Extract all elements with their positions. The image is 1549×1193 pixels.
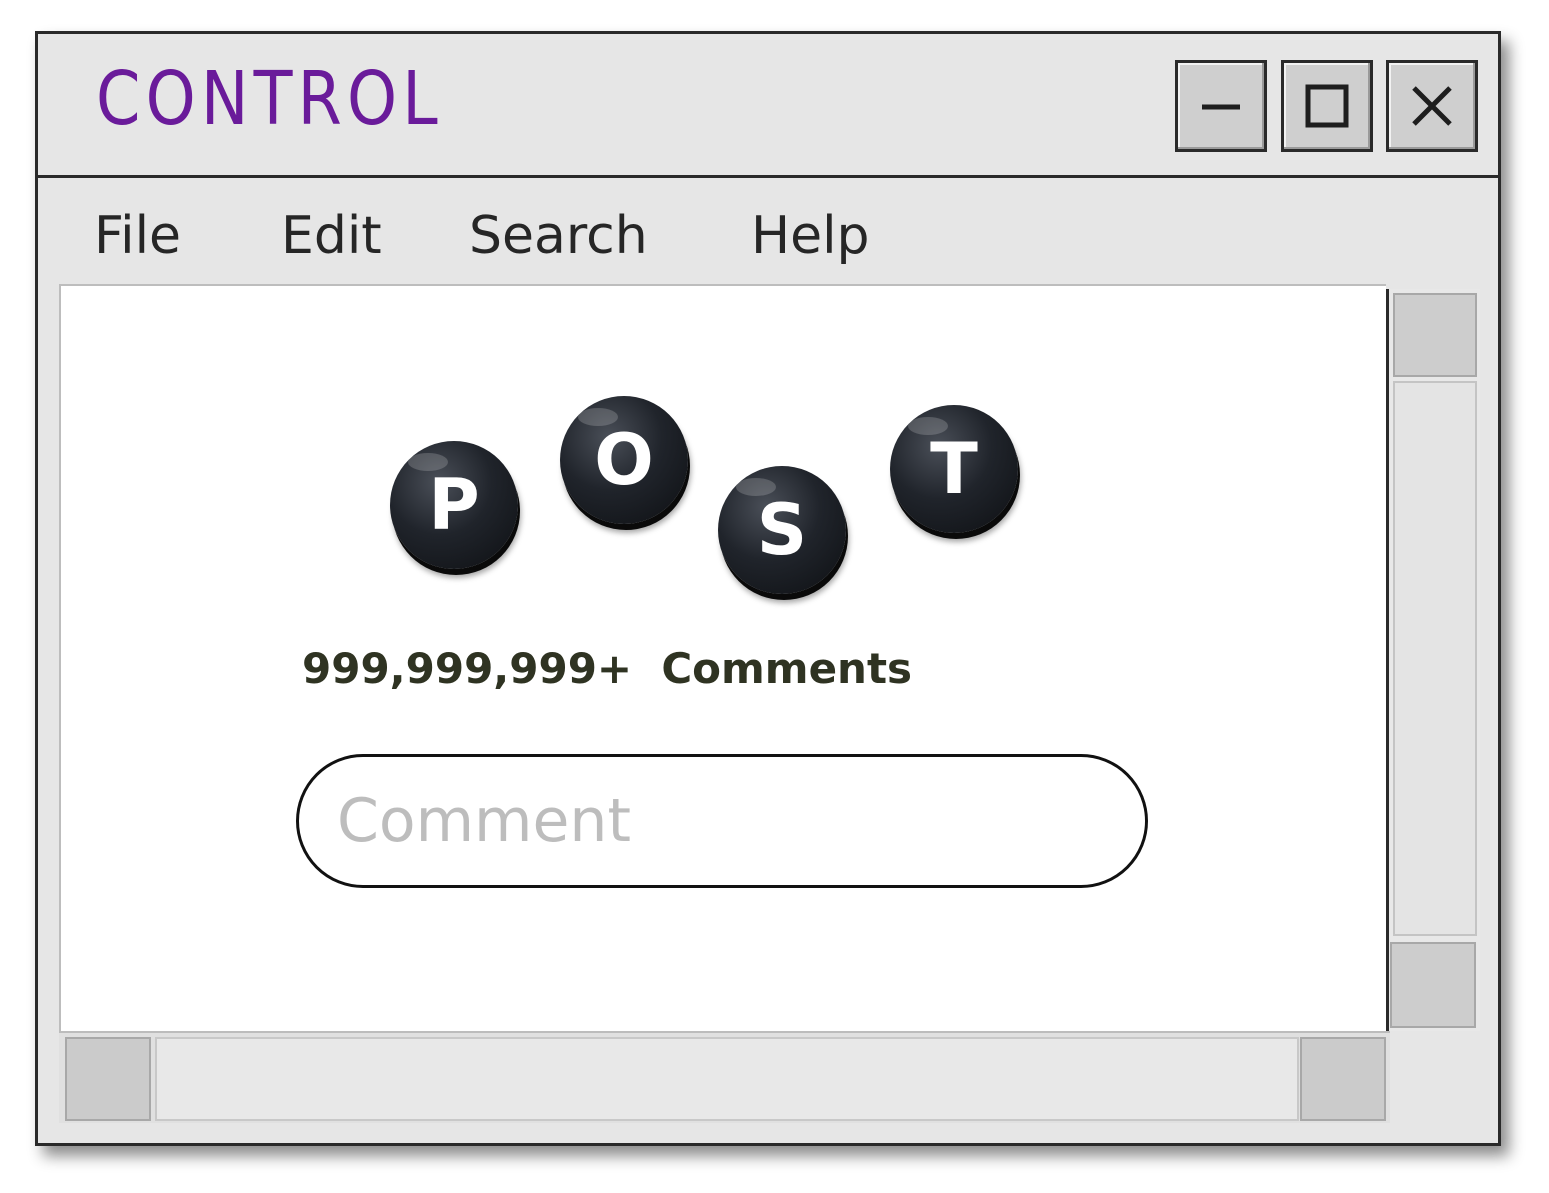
maximize-button[interactable]	[1281, 60, 1373, 152]
minimize-button[interactable]	[1175, 60, 1267, 152]
scroll-right-button[interactable]	[1300, 1037, 1386, 1121]
close-icon	[1412, 86, 1452, 126]
window-title: CONTROL	[96, 56, 443, 142]
horizontal-scroll-track[interactable]	[155, 1037, 1299, 1121]
menu-search[interactable]: Search	[469, 206, 648, 266]
post-bead-o: O	[560, 396, 688, 524]
title-bar[interactable]: CONTROL	[38, 34, 1498, 178]
post-bead-p: P	[390, 441, 518, 569]
scroll-left-button[interactable]	[65, 1037, 151, 1121]
menu-help[interactable]: Help	[751, 206, 870, 266]
minimize-icon	[1202, 104, 1240, 110]
post-bead-t: T	[890, 405, 1018, 533]
menu-file[interactable]: File	[94, 206, 181, 266]
close-button[interactable]	[1386, 60, 1478, 152]
vertical-scrollbar[interactable]	[1386, 289, 1480, 1031]
menu-edit[interactable]: Edit	[281, 206, 382, 266]
maximize-icon	[1305, 84, 1349, 128]
scroll-down-button[interactable]	[1390, 942, 1476, 1028]
comment-input[interactable]	[296, 754, 1148, 888]
vertical-scroll-track[interactable]	[1393, 381, 1477, 936]
comment-count: 999,999,999+ Comments	[302, 644, 913, 693]
menu-bar: File Edit Search Help	[38, 178, 1498, 282]
horizontal-scrollbar[interactable]	[59, 1031, 1390, 1123]
post-bead-s: S	[718, 466, 846, 594]
scroll-up-button[interactable]	[1393, 293, 1477, 377]
